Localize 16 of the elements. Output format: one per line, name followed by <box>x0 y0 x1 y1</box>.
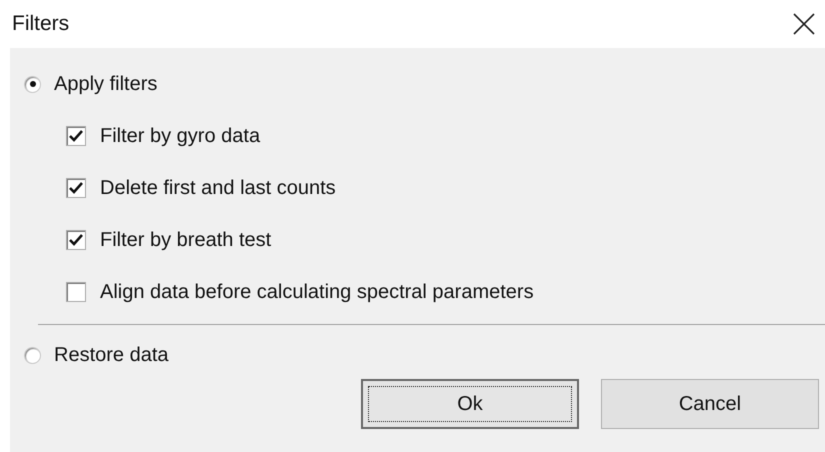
checkbox-label: Delete first and last counts <box>100 176 336 200</box>
checkbox[interactable] <box>66 126 86 146</box>
checkbox-label: Filter by breath test <box>100 228 272 252</box>
close-icon[interactable] <box>793 13 815 35</box>
cancel-button[interactable]: Cancel <box>601 379 819 429</box>
radio-button[interactable] <box>24 346 41 364</box>
radio-button[interactable] <box>24 76 41 92</box>
ok-button[interactable]: Ok <box>361 379 579 429</box>
checkbox[interactable] <box>66 178 86 198</box>
checkbox[interactable] <box>66 230 86 250</box>
checkbox-label: Align data before calculating spectral parameters <box>100 280 534 304</box>
radio-label: Restore data <box>54 344 169 366</box>
window-title: Filters <box>12 12 70 36</box>
checkbox-label: Filter by gyro data <box>100 124 260 148</box>
checkbox[interactable] <box>66 282 86 302</box>
radio-label: Apply filters <box>54 72 158 96</box>
